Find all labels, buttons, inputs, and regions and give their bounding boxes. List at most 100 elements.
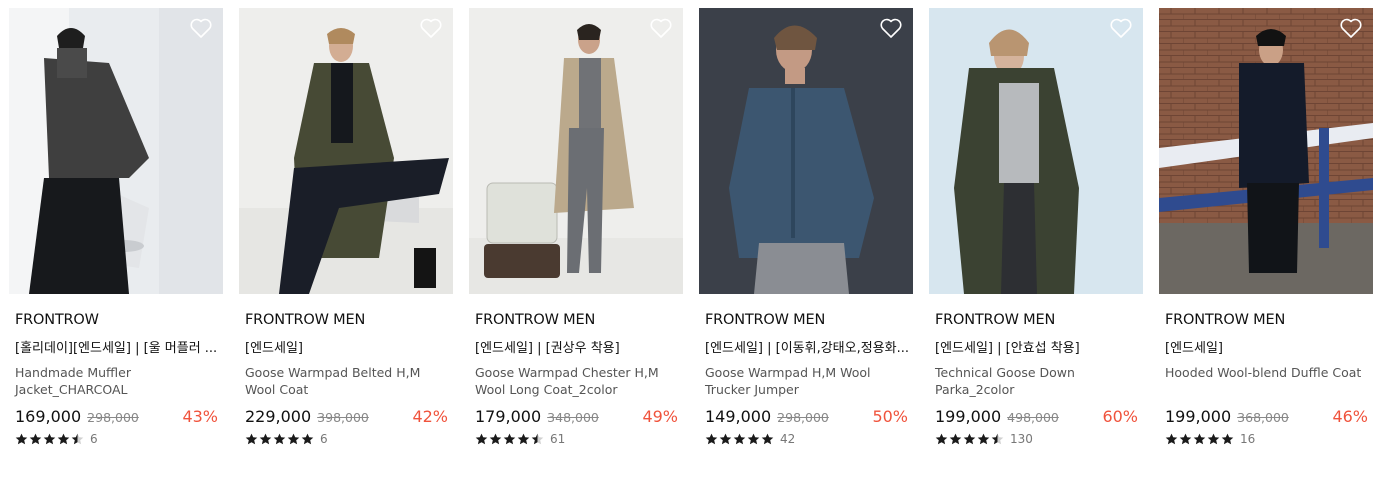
star-icon <box>977 433 990 445</box>
review-count: 42 <box>780 432 796 446</box>
product-name[interactable]: Goose Warmpad H,M Wool Trucker Jumper <box>705 364 909 398</box>
review-count: 61 <box>550 432 566 446</box>
heart-outline-icon[interactable] <box>1109 17 1133 39</box>
product-image[interactable] <box>699 8 913 294</box>
star-icon <box>273 433 286 445</box>
brand-name[interactable]: FRONTROW MEN <box>1165 312 1373 328</box>
brand-name[interactable]: FRONTROW <box>15 312 223 328</box>
product-card[interactable]: FRONTROW MEN [엔드세일] Goose Warmpad Belted… <box>239 8 453 446</box>
brand-name[interactable]: FRONTROW MEN <box>475 312 683 328</box>
product-image[interactable] <box>239 8 453 294</box>
review-count: 6 <box>320 432 328 446</box>
star-icon <box>761 433 774 445</box>
promo-tag: [엔드세일] | [이동휘,강태오,정용화... <box>705 341 909 356</box>
rating-row: 61 <box>475 432 683 446</box>
product-photo <box>469 8 683 294</box>
discount-rate: 43% <box>182 407 218 426</box>
product-name[interactable]: Hooded Wool-blend Duffle Coat <box>1165 364 1369 398</box>
star-icon <box>71 433 84 445</box>
star-icon <box>57 433 70 445</box>
star-rating <box>245 433 314 445</box>
discount-rate: 49% <box>642 407 678 426</box>
discount-rate: 42% <box>412 407 448 426</box>
star-rating <box>1165 433 1234 445</box>
product-photo <box>1159 8 1373 294</box>
star-icon <box>475 433 488 445</box>
star-icon <box>29 433 42 445</box>
product-image[interactable] <box>1159 8 1373 294</box>
star-icon <box>1179 433 1192 445</box>
star-icon <box>15 433 28 445</box>
rating-row: 42 <box>705 432 913 446</box>
brand-name[interactable]: FRONTROW MEN <box>245 312 453 328</box>
promo-tag: [엔드세일] | [권상우 착용] <box>475 341 620 356</box>
product-image[interactable] <box>929 8 1143 294</box>
star-icon <box>1207 433 1220 445</box>
star-icon <box>733 433 746 445</box>
review-count: 16 <box>1240 432 1256 446</box>
product-card[interactable]: FRONTROW MEN [엔드세일] | [안효섭 착용] Technical… <box>929 8 1143 446</box>
star-icon <box>719 433 732 445</box>
heart-outline-icon[interactable] <box>879 17 903 39</box>
star-icon <box>287 433 300 445</box>
product-name[interactable]: Handmade Muffler Jacket_CHARCOAL <box>15 364 219 398</box>
rating-row: 16 <box>1165 432 1373 446</box>
product-name[interactable]: Technical Goose Down Parka_2color <box>935 364 1139 398</box>
promo-tag: [엔드세일] <box>245 341 303 356</box>
star-icon <box>991 433 1004 445</box>
star-rating <box>475 433 544 445</box>
review-count: 130 <box>1010 432 1033 446</box>
product-image[interactable] <box>9 8 223 294</box>
product-name[interactable]: Goose Warmpad Chester H,M Wool Long Coat… <box>475 364 679 398</box>
heart-outline-icon[interactable] <box>1339 17 1363 39</box>
sale-price: 149,000 <box>705 407 772 426</box>
star-icon <box>747 433 760 445</box>
product-card[interactable]: FRONTROW MEN [엔드세일] | [권상우 착용] Goose War… <box>469 8 683 446</box>
heart-outline-icon[interactable] <box>649 17 673 39</box>
heart-outline-icon[interactable] <box>419 17 443 39</box>
original-price: 498,000 <box>1007 410 1059 425</box>
rating-row: 6 <box>245 432 453 446</box>
brand-name[interactable]: FRONTROW MEN <box>705 312 913 328</box>
star-rating <box>935 433 1004 445</box>
original-price: 298,000 <box>777 410 829 425</box>
review-count: 6 <box>90 432 98 446</box>
product-card[interactable]: FRONTROW [홀리데이][엔드세일] | [울 머플러 ... Handm… <box>9 8 223 446</box>
sale-price: 179,000 <box>475 407 542 426</box>
heart-outline-icon[interactable] <box>189 17 213 39</box>
product-image[interactable] <box>469 8 683 294</box>
sale-price: 199,000 <box>1165 407 1232 426</box>
product-name[interactable]: Goose Warmpad Belted H,M Wool Coat <box>245 364 449 398</box>
price-row: 229,000 398,000 42% <box>245 407 448 426</box>
star-icon <box>963 433 976 445</box>
brand-name[interactable]: FRONTROW MEN <box>935 312 1143 328</box>
product-photo <box>699 8 913 294</box>
star-icon <box>489 433 502 445</box>
star-icon <box>531 433 544 445</box>
sale-price: 199,000 <box>935 407 1002 426</box>
product-card[interactable]: FRONTROW MEN [엔드세일] Hooded Wool-blend Du… <box>1159 8 1373 446</box>
star-icon <box>301 433 314 445</box>
price-row: 149,000 298,000 50% <box>705 407 908 426</box>
product-card[interactable]: FRONTROW MEN [엔드세일] | [이동휘,강태오,정용화... Go… <box>699 8 913 446</box>
star-icon <box>503 433 516 445</box>
star-icon <box>259 433 272 445</box>
star-icon <box>1165 433 1178 445</box>
product-photo <box>9 8 223 294</box>
promo-tag: [엔드세일] <box>1165 341 1223 356</box>
star-icon <box>517 433 530 445</box>
rating-row: 130 <box>935 432 1143 446</box>
discount-rate: 46% <box>1332 407 1368 426</box>
product-photo <box>239 8 453 294</box>
rating-row: 6 <box>15 432 223 446</box>
discount-rate: 50% <box>872 407 908 426</box>
star-rating <box>705 433 774 445</box>
price-row: 199,000 498,000 60% <box>935 407 1138 426</box>
promo-tag: [홀리데이][엔드세일] | [울 머플러 ... <box>15 341 218 356</box>
price-row: 179,000 348,000 49% <box>475 407 678 426</box>
product-grid: FRONTROW [홀리데이][엔드세일] | [울 머플러 ... Handm… <box>9 8 1373 446</box>
star-icon <box>935 433 948 445</box>
original-price: 348,000 <box>547 410 599 425</box>
star-icon <box>705 433 718 445</box>
star-rating <box>15 433 84 445</box>
